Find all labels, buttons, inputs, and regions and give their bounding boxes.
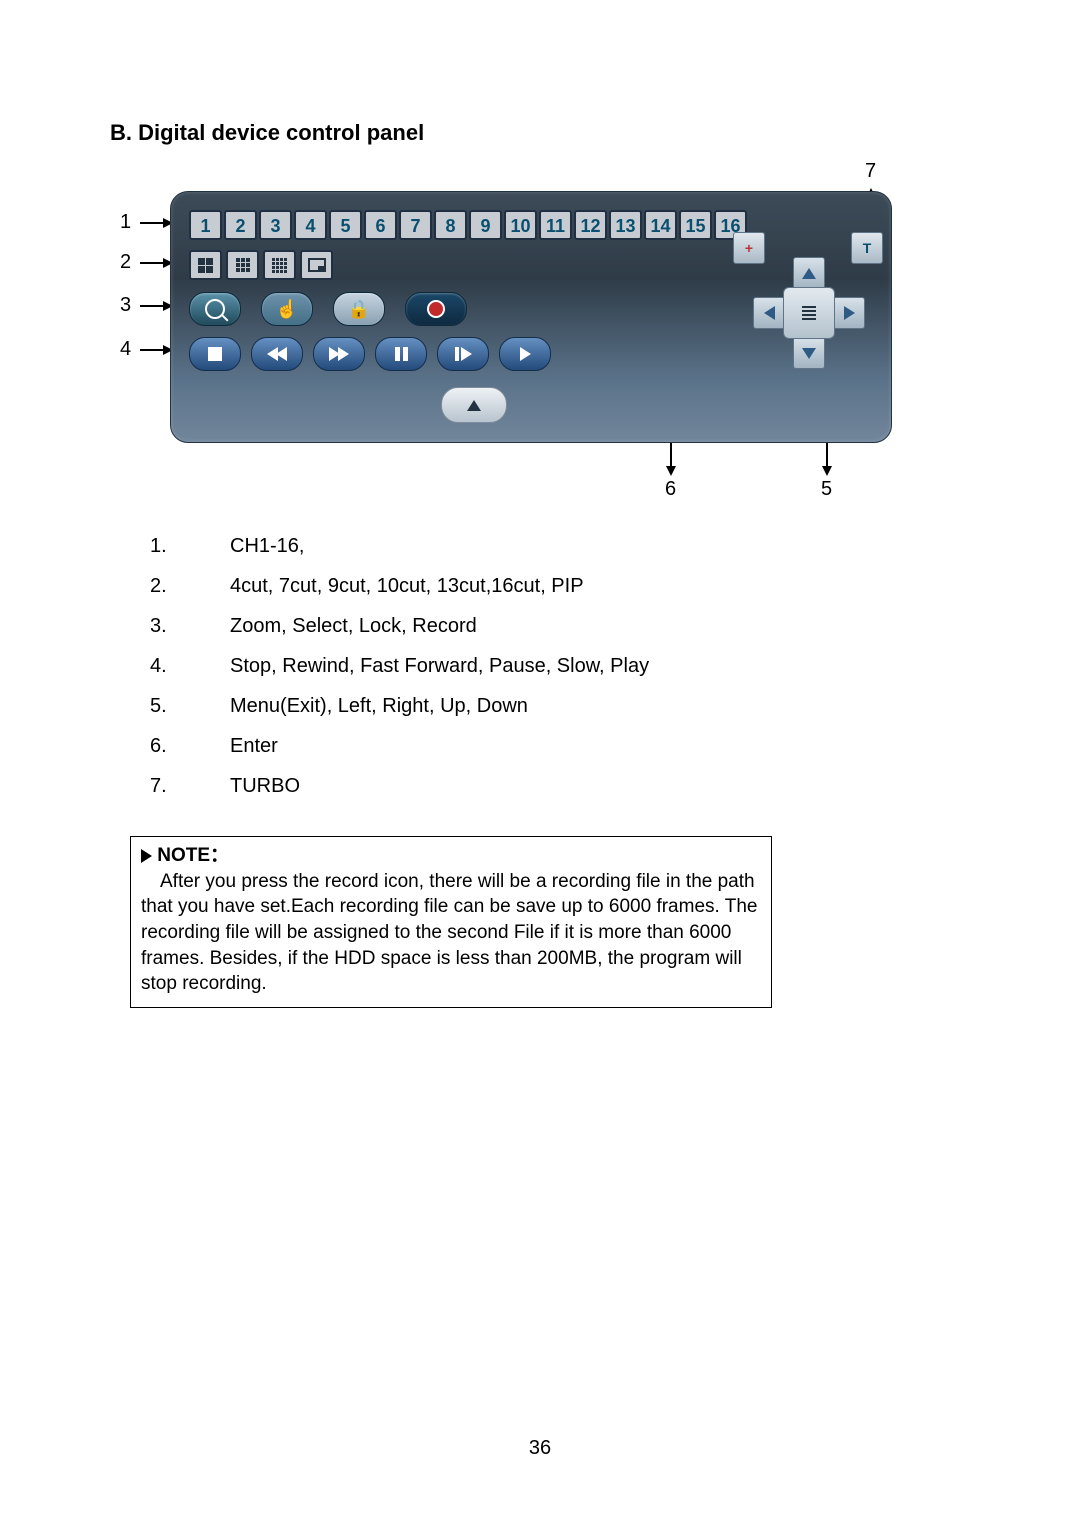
cut-16-button[interactable] [263,250,296,280]
annotation-1: 1 [120,211,131,234]
annotation-3: 3 [120,294,131,317]
channel-button-15[interactable]: 15 [679,210,712,240]
pause-icon [395,347,408,361]
legend-item-5: 5.Menu(Exit), Left, Right, Up, Down [150,686,970,726]
dpad-left-button[interactable] [753,297,785,329]
play-button[interactable] [499,337,551,371]
record-icon [427,300,445,318]
channel-button-4[interactable]: 4 [294,210,327,240]
annotation-4: 4 [120,338,131,361]
channel-button-13[interactable]: 13 [609,210,642,240]
lock-icon: 🔒 [348,299,370,320]
channel-button-2[interactable]: 2 [224,210,257,240]
down-icon [802,348,816,359]
note-title-row: NOTE： [141,843,761,869]
channel-row: 1 2 3 4 5 6 7 8 9 10 11 12 13 14 15 16 [189,210,747,240]
record-button[interactable] [405,292,467,326]
document-page: B. Digital device control panel 7 1 2 3 … [0,0,1080,1526]
cut-9-button[interactable] [226,250,259,280]
channel-button-5[interactable]: 5 [329,210,362,240]
annotation-2: 2 [120,251,131,274]
annotation-6: 6 [665,478,676,501]
function-row: ☝ 🔒 [189,292,467,326]
channel-button-11[interactable]: 11 [539,210,572,240]
turbo-button[interactable]: T [851,232,883,264]
lock-button[interactable]: 🔒 [333,292,385,326]
zoom-button[interactable] [189,292,241,326]
dpad [758,262,858,362]
legend-item-7: 7.TURBO [150,766,970,806]
legend-list: 1.CH1-16, 2.4cut, 7cut, 9cut, 10cut, 13c… [150,526,970,806]
channel-button-1[interactable]: 1 [189,210,222,240]
legend-item-2: 2.4cut, 7cut, 9cut, 10cut, 13cut,16cut, … [150,566,970,606]
channel-button-12[interactable]: 12 [574,210,607,240]
note-box: NOTE： After you press the record icon, t… [130,836,772,1008]
left-icon [764,306,775,320]
device-panel: 1 2 3 4 5 6 7 8 9 10 11 12 13 14 15 16 [170,191,892,443]
channel-button-14[interactable]: 14 [644,210,677,240]
up-icon [802,268,816,279]
dpad-down-button[interactable] [793,337,825,369]
note-title: NOTE： [157,845,229,866]
slow-button[interactable] [437,337,489,371]
annotation-1-arrow [140,222,170,224]
dpad-up-button[interactable] [793,257,825,289]
eject-icon [467,400,481,411]
cut-4-button[interactable] [189,250,222,280]
fast-forward-button[interactable] [313,337,365,371]
enter-button[interactable]: + [733,232,765,264]
note-body: After you press the record icon, there w… [141,869,761,997]
channel-button-9[interactable]: 9 [469,210,502,240]
eject-button[interactable] [441,387,507,423]
legend-item-4: 4.Stop, Rewind, Fast Forward, Pause, Slo… [150,646,970,686]
channel-button-6[interactable]: 6 [364,210,397,240]
rewind-button[interactable] [251,337,303,371]
page-number: 36 [0,1437,1080,1460]
hand-icon: ☝ [276,299,298,320]
control-panel-diagram: 7 1 2 3 4 6 5 1 2 3 4 5 6 7 8 [110,166,890,506]
legend-item-3: 3.Zoom, Select, Lock, Record [150,606,970,646]
dpad-right-button[interactable] [833,297,865,329]
annotation-5: 5 [821,478,832,501]
annotation-6-arrow [670,441,672,473]
playback-row [189,337,551,371]
zoom-icon [205,299,225,319]
section-title: B. Digital device control panel [110,120,970,146]
nav-cluster: + T [743,247,873,382]
right-icon [844,306,855,320]
legend-item-6: 6.Enter [150,726,970,766]
stop-icon [208,347,222,361]
legend-item-1: 1.CH1-16, [150,526,970,566]
note-arrow-icon [141,849,152,863]
annotation-3-arrow [140,305,170,307]
channel-button-8[interactable]: 8 [434,210,467,240]
channel-button-3[interactable]: 3 [259,210,292,240]
channel-button-10[interactable]: 10 [504,210,537,240]
pause-button[interactable] [375,337,427,371]
channel-button-7[interactable]: 7 [399,210,432,240]
play-icon [520,347,531,361]
cut-row [189,250,333,280]
slow-icon [461,347,472,361]
pip-button[interactable] [300,250,333,280]
select-button[interactable]: ☝ [261,292,313,326]
stop-button[interactable] [189,337,241,371]
annotation-4-arrow [140,349,170,351]
annotation-5-arrow [826,441,828,473]
menu-button[interactable] [783,287,835,339]
annotation-7: 7 [865,160,876,183]
menu-icon [802,306,816,320]
annotation-2-arrow [140,262,170,264]
